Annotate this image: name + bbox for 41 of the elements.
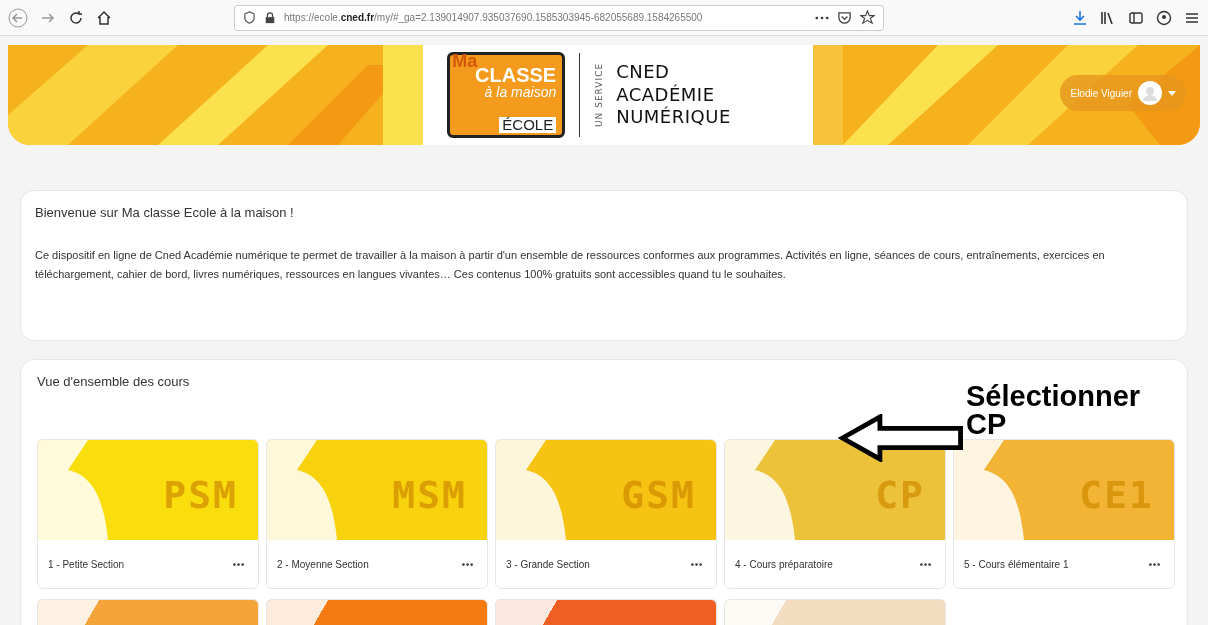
- pocket-icon[interactable]: [837, 10, 852, 25]
- more-icon[interactable]: [691, 562, 702, 566]
- brand-text: NUMÉRIQUE: [616, 106, 731, 129]
- download-icon[interactable]: [1072, 9, 1088, 26]
- course-name[interactable]: 5 - Cours élémentaire 1: [964, 558, 1069, 570]
- more-icon[interactable]: [462, 562, 473, 566]
- star-icon[interactable]: [860, 10, 875, 25]
- welcome-text: Ce dispositif en ligne de Cned Académie numérique te permet de travailler à la maison à partir d'un ensemble de ressources conformes aux programmes. Activités en ligne, séances de cours, entraînements, exercices en téléchargement, cahier de bord, livres numériques, ressources en langues vivantes… Ces contenus 100% gratuits sont accessibles quand tu le souhaites.: [35, 248, 1106, 283]
- more-icon[interactable]: [815, 14, 829, 21]
- course-name[interactable]: 1 - Petite Section: [48, 558, 125, 570]
- back-icon[interactable]: [8, 7, 28, 28]
- lock-icon: [264, 11, 276, 24]
- course-name[interactable]: 3 - Grande Section: [506, 558, 590, 570]
- home-icon[interactable]: [96, 9, 112, 26]
- course-name[interactable]: 4 - Cours préparatoire: [735, 558, 833, 570]
- url-text: https://ecole.cned.fr/my/#_ga=2.139014907.935037690.1585303945-682055689.1584265500: [284, 12, 703, 23]
- more-icon[interactable]: [1149, 562, 1160, 566]
- arrow-icon: [838, 414, 966, 462]
- library-icon[interactable]: [1100, 9, 1116, 26]
- logo-text: CLASSE: [475, 65, 557, 85]
- course-name[interactable]: 2 - Moyenne Section: [277, 558, 369, 570]
- welcome-title: Bienvenue sur Ma classe Ecole à la maison !: [35, 205, 295, 220]
- shield-icon: [243, 11, 256, 24]
- course-code: PSM: [163, 473, 238, 517]
- courses-title: Vue d'ensemble des cours: [37, 374, 191, 389]
- account-icon[interactable]: [1156, 9, 1172, 26]
- logo-text: ÉCOLE: [499, 116, 557, 133]
- sidebar-icon[interactable]: [1128, 9, 1144, 26]
- brand-text: ACADÉMIE: [616, 83, 716, 106]
- more-icon[interactable]: [920, 562, 931, 566]
- more-icon[interactable]: [233, 562, 244, 566]
- logo-text: à la maison: [484, 85, 557, 99]
- reload-icon[interactable]: [68, 9, 84, 26]
- service-label: UN SERVICE: [594, 61, 606, 130]
- brand-text: CNED: [616, 61, 671, 84]
- course-card[interactable]: PSM 1 - Petite Section: [37, 439, 259, 589]
- logo-text: Ma: [452, 51, 478, 71]
- caret-icon: [1168, 90, 1176, 96]
- address-bar[interactable]: https://ecole.cned.fr/my/#_ga=2.139014907.935037690.1585303945-682055689.1584265500: [234, 4, 884, 31]
- annotation-text: Sélectionner CP: [966, 382, 1141, 439]
- avatar-icon: [1138, 81, 1162, 105]
